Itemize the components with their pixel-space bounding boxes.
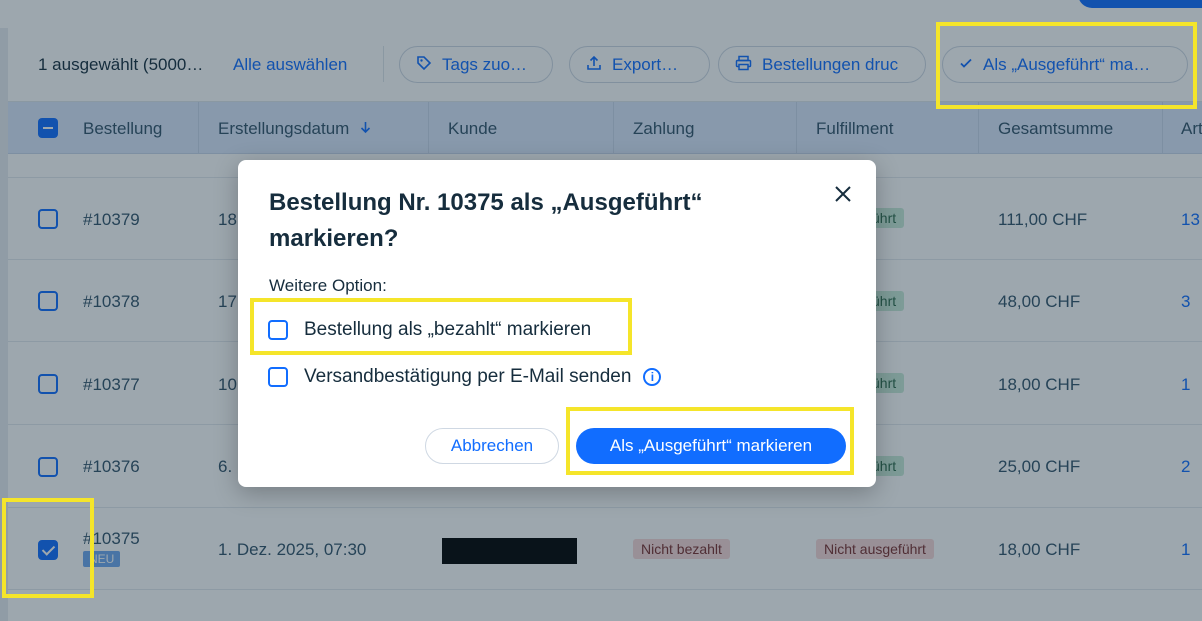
close-icon[interactable] [832, 183, 854, 205]
highlight-mark-paid-option [250, 298, 632, 355]
cancel-button[interactable]: Abbrechen [425, 428, 559, 464]
highlight-selected-row [2, 498, 94, 598]
highlight-mark-fulfilled [936, 22, 1197, 109]
send-email-label[interactable]: Versandbestätigung per E-Mail senden [304, 366, 631, 388]
send-email-checkbox[interactable] [268, 367, 288, 387]
options-label: Weitere Option: [269, 276, 387, 295]
dialog-title: Bestellung Nr. 10375 als „Ausgeführt“ ma… [269, 189, 703, 252]
highlight-confirm-button [566, 407, 854, 475]
option-send-email[interactable]: Versandbestätigung per E-Mail senden i [268, 366, 662, 388]
info-icon[interactable]: i [643, 368, 662, 386]
